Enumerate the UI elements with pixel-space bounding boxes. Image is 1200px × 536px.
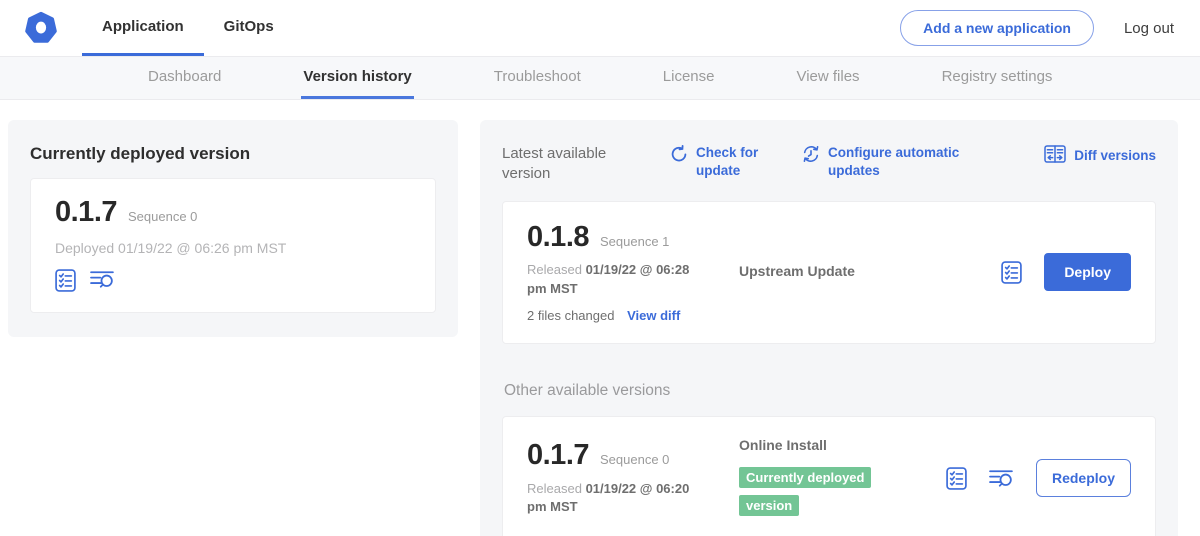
check-for-update-label: Check for update — [696, 144, 762, 179]
currently-deployed-panel: Currently deployed version 0.1.7 Sequenc… — [8, 120, 458, 337]
status-badge-wrap: Currently deployed version — [739, 464, 891, 520]
files-changed-row: 2 files changed View diff — [527, 308, 723, 323]
deploy-button[interactable]: Deploy — [1044, 253, 1131, 291]
subnav-tab-license[interactable]: License — [661, 57, 717, 99]
currently-deployed-badge: Currently deployed version — [739, 467, 871, 516]
released-timestamp: Released 01/19/22 @ 06:28 pm MST — [527, 261, 707, 297]
other-versions-title: Other available versions — [504, 382, 1156, 400]
version-source: Upstream Update — [723, 263, 989, 281]
refresh-icon — [670, 144, 688, 168]
subnav-tab-view-files[interactable]: View files — [794, 57, 861, 99]
redeploy-button[interactable]: Redeploy — [1036, 459, 1131, 497]
header-actions: Check for update Configure automatic upd… — [670, 144, 960, 179]
diff-versions-label: Diff versions — [1074, 147, 1156, 165]
topnav-tabs: Application GitOps — [82, 0, 294, 56]
version-number: 0.1.8 — [527, 222, 589, 254]
view-diff-link[interactable]: View diff — [627, 308, 680, 323]
config-checklist-icon[interactable] — [1001, 261, 1022, 284]
available-versions-header: Latest available version Check for updat… — [502, 144, 1156, 185]
diff-versions-link[interactable]: Diff versions — [1044, 144, 1156, 168]
add-application-button[interactable]: Add a new application — [900, 10, 1094, 46]
available-versions-panel: Latest available version Check for updat… — [480, 120, 1178, 536]
subnav-tab-registry-settings[interactable]: Registry settings — [940, 57, 1055, 99]
latest-version-card: 0.1.8 Sequence 1 Released 01/19/22 @ 06:… — [502, 201, 1156, 344]
config-checklist-icon[interactable] — [55, 269, 76, 292]
source-label: Online Install — [739, 437, 827, 453]
sequence-label: Sequence 0 — [600, 452, 669, 467]
subnav-tab-version-history[interactable]: Version history — [301, 57, 413, 99]
version-actions: Redeploy — [946, 459, 1131, 497]
config-checklist-icon[interactable] — [946, 467, 967, 490]
released-timestamp: Released 01/19/22 @ 06:20 pm MST — [527, 480, 707, 516]
release-notes-icon[interactable] — [989, 468, 1014, 488]
topnav-tab-application[interactable]: Application — [82, 0, 204, 56]
subnav-tab-dashboard[interactable]: Dashboard — [146, 57, 223, 99]
version-number: 0.1.7 — [55, 197, 117, 229]
subnav-tab-troubleshoot[interactable]: Troubleshoot — [492, 57, 583, 99]
version-info: 0.1.8 Sequence 1 Released 01/19/22 @ 06:… — [527, 222, 723, 323]
deployed-panel-title: Currently deployed version — [30, 144, 436, 164]
topnav-tab-gitops[interactable]: GitOps — [204, 0, 294, 56]
deployed-timestamp: Deployed 01/19/22 @ 06:26 pm MST — [55, 240, 411, 256]
main-content: Currently deployed version 0.1.7 Sequenc… — [0, 100, 1200, 536]
configure-automatic-updates-link[interactable]: Configure automatic updates — [802, 144, 960, 179]
app-subnav: Dashboard Version history Troubleshoot L… — [0, 56, 1200, 100]
files-changed-label: 2 files changed — [527, 308, 614, 323]
version-info: 0.1.7 Sequence 0 Released 01/19/22 @ 06:… — [527, 440, 723, 516]
deployed-version-card: 0.1.7 Sequence 0 Deployed 01/19/22 @ 06:… — [30, 178, 436, 313]
app-logo-icon[interactable] — [24, 11, 58, 45]
check-for-update-link[interactable]: Check for update — [670, 144, 762, 179]
other-version-card: 0.1.7 Sequence 0 Released 01/19/22 @ 06:… — [502, 416, 1156, 536]
version-row: 0.1.7 Sequence 0 — [55, 197, 411, 229]
topnav-tab-label: GitOps — [224, 18, 274, 35]
release-notes-icon[interactable] — [90, 269, 115, 292]
source-label: Upstream Update — [739, 263, 855, 279]
version-actions: Deploy — [1001, 253, 1131, 291]
topnav-tab-label: Application — [102, 18, 184, 35]
logout-link[interactable]: Log out — [1124, 20, 1174, 37]
top-navbar: Application GitOps Add a new application… — [0, 0, 1200, 56]
available-panel-title: Latest available version — [502, 144, 634, 185]
version-source: Online Install Currently deployed versio… — [723, 437, 934, 520]
sequence-label: Sequence 1 — [600, 234, 669, 249]
scheduled-update-icon — [802, 144, 820, 168]
configure-automatic-updates-label: Configure automatic updates — [828, 144, 960, 179]
version-number: 0.1.7 — [527, 440, 589, 472]
sequence-label: Sequence 0 — [128, 209, 197, 224]
deployed-card-actions — [55, 269, 411, 292]
diff-versions-icon — [1044, 144, 1066, 168]
